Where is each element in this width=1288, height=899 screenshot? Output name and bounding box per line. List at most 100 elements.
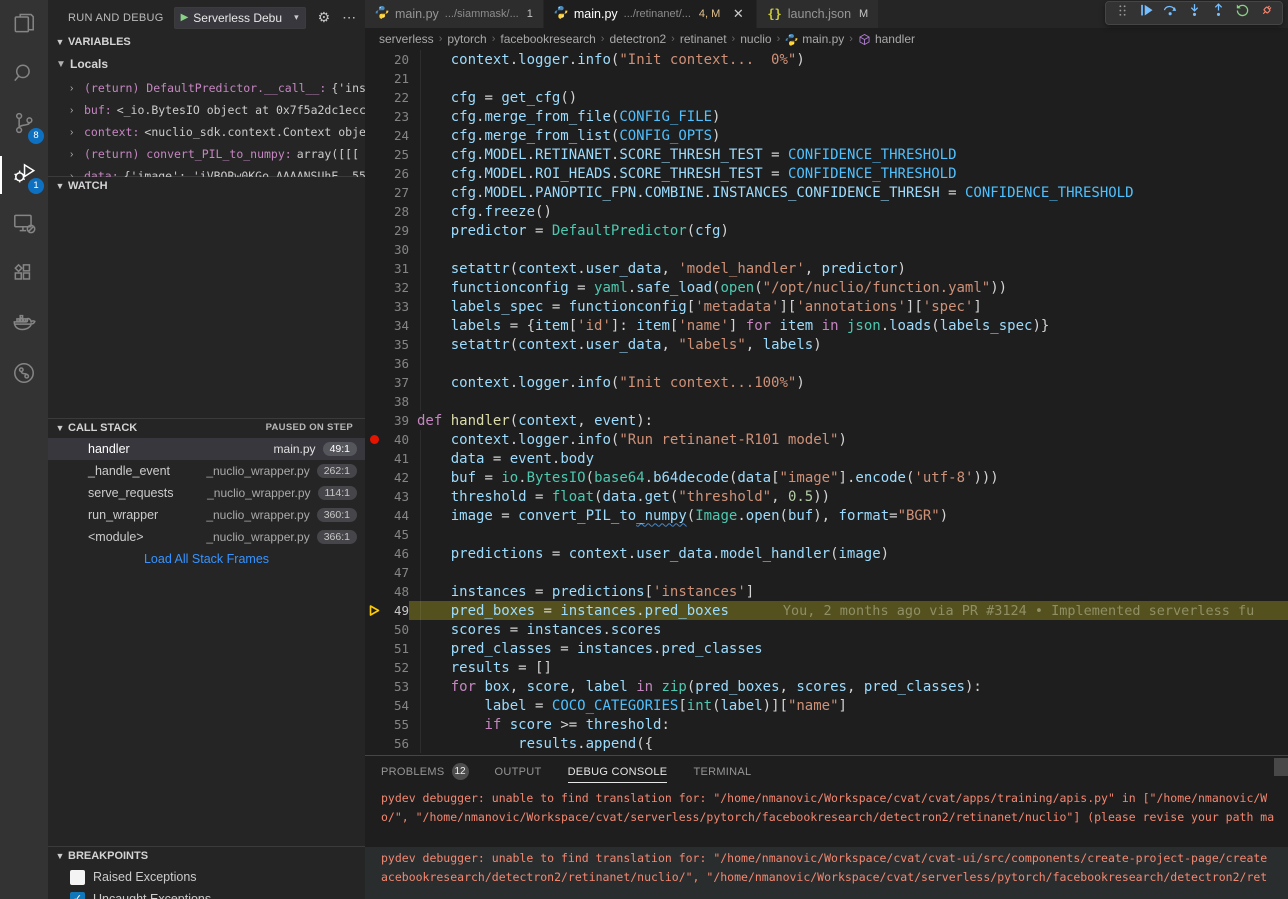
code-text: instances = predictions['instances'] [409,582,754,601]
variable-row[interactable]: ›(return) convert_PIL_to_numpy:array([[[… [48,143,365,165]
variable-value: <_io.BytesIO object at 0x7f5a2dc1ecc0> [117,103,365,117]
line-number: 30 [383,242,409,257]
activity-bar-item-extensions[interactable] [0,250,48,300]
code-text: predictor = DefaultPredictor(cfg) [409,221,729,240]
breadcrumb-item-nuclio[interactable]: › nuclio [727,32,772,46]
chevron-right-icon: › [732,33,736,45]
breadcrumb-label: main.py [802,32,844,46]
activity-bar-item-remote-explorer[interactable] [0,200,48,250]
gripper-icon [1114,2,1131,24]
panel-tab-output[interactable]: OUTPUT [495,756,542,787]
frame-line-badge: 360:1 [317,508,357,522]
activity-bar-item-source-control[interactable]: 8 [0,100,48,150]
disconnect-button[interactable] [1254,2,1278,24]
checkbox[interactable] [70,870,85,885]
panel-tab-problems[interactable]: PROBLEMS12 [381,756,469,787]
frame-file: _nuclio_wrapper.py [207,486,310,500]
call-stack-frame[interactable]: run_wrapper_nuclio_wrapper.py360:1 [48,504,365,526]
continue-button[interactable] [1134,2,1158,24]
chevron-right-icon: › [439,33,443,45]
more-actions-icon[interactable]: ⋯ [342,9,356,26]
activity-bar-item-search[interactable] [0,50,48,100]
inline-blame-annotation: You, 2 months ago via PR #3124 • Impleme… [783,603,1254,619]
call-stack-frame[interactable]: handlermain.py49:1 [48,438,365,460]
breakpoint-icon[interactable] [365,435,383,444]
breadcrumb-item-facebookresearch[interactable]: ›facebookresearch [487,32,596,46]
code-editor[interactable]: 20 context.logger.info("Init context... … [365,50,1288,755]
watch-section-header[interactable]: ▼ WATCH [48,176,365,194]
call-stack-frame[interactable]: _handle_event_nuclio_wrapper.py262:1 [48,460,365,482]
code-line-26: 26 cfg.MODEL.ROI_HEADS.SCORE_THRESH_TEST… [365,164,1288,183]
call-stack-frame[interactable]: serve_requests_nuclio_wrapper.py114:1 [48,482,365,504]
variable-row[interactable]: ›buf:<_io.BytesIO object at 0x7f5a2dc1ec… [48,99,365,121]
code-line-25: 25 cfg.MODEL.RETINANET.SCORE_THRESH_TEST… [365,145,1288,164]
panel-scrollbar[interactable] [1274,758,1288,776]
breakpoint-row[interactable]: ✓Uncaught Exceptions [48,888,365,899]
breadcrumb-item-detectron2[interactable]: ›detectron2 [596,32,666,46]
editor-tab-launch.json[interactable]: {}launch.jsonM [757,0,879,28]
locals-group[interactable]: ▼ Locals [48,53,365,75]
step-over-button[interactable] [1158,2,1182,24]
code-text: context.logger.info("Run retinanet-R101 … [409,430,847,449]
tab-file-path: .../siammask/... [445,8,519,20]
gear-icon[interactable]: ⚙ [318,9,331,26]
code-text [409,392,417,411]
load-all-stack-frames-link[interactable]: Load All Stack Frames [48,548,365,570]
code-line-24: 24 cfg.merge_from_list(CONFIG_OPTS) [365,126,1288,145]
breakpoint-row[interactable]: Raised Exceptions [48,866,365,888]
breakpoints-section-header[interactable]: ▼ BREAKPOINTS [48,846,365,864]
sidebar-title: RUN AND DEBUG [68,12,164,24]
variable-name: (return) DefaultPredictor.__call__: [84,81,326,95]
activity-bar-item-test-explorer[interactable] [0,350,48,400]
variable-value: {'inst… [331,81,365,95]
code-line-55: 55 if score >= threshold: [365,715,1288,734]
code-text [409,563,417,582]
breadcrumb-item-serverless[interactable]: serverless [379,32,434,46]
close-icon[interactable]: ✕ [730,6,746,22]
tab-status-badge: 1 [527,8,533,20]
editor-tab-main.py[interactable]: main.py.../siammask/...1 [365,0,544,28]
code-text: buf = io.BytesIO(base64.b64decode(data["… [409,468,999,487]
activity-bar-item-explorer[interactable] [0,0,48,50]
breadcrumb-item-pytorch[interactable]: › pytorch [434,32,487,46]
variable-row[interactable]: ›(return) DefaultPredictor.__call__:{'in… [48,77,365,99]
current-stack-frame-icon[interactable] [365,604,383,617]
breadcrumb-label: nuclio [740,32,771,46]
variables-section-header[interactable]: ▼ VARIABLES [48,33,365,51]
panel-tab-terminal[interactable]: TERMINAL [693,756,751,787]
indent-guide [420,240,421,259]
code-line-43: 43 threshold = float(data.get("threshold… [365,487,1288,506]
step-into-button[interactable] [1182,2,1206,24]
breadcrumb-label: pytorch [447,32,486,46]
editor-group: main.py .../siammask/... 1 main.py.../retin… [365,0,1288,899]
checkbox[interactable]: ✓ [70,892,85,899]
activity-bar-item-run-and-debug[interactable]: 1 [0,150,48,200]
launch-config-dropdown[interactable]: ▶ Serverless Debu ▾ [174,7,306,29]
indent-guide [420,354,421,373]
line-number: 49 [383,603,409,618]
breadcrumb-item-main.py[interactable]: ›main.py [772,32,845,46]
restart-icon [1234,2,1251,24]
python-icon [554,5,568,24]
breadcrumb: serverless › pytorch›facebookresearch›dete… [365,28,1288,50]
code-line-56: 56 results.append({ [365,734,1288,753]
panel-tab-debug-console[interactable]: DEBUG CONSOLE [568,756,668,787]
variable-row[interactable]: ›context:<nuclio_sdk.context.Context obj… [48,121,365,143]
code-text: cfg.merge_from_list(CONFIG_OPTS) [409,126,720,145]
breadcrumb-item-handler[interactable]: ›handler [844,32,915,46]
line-number: 47 [383,565,409,580]
step-out-button[interactable] [1206,2,1230,24]
line-number: 20 [383,52,409,67]
breadcrumb-item-retinanet[interactable]: ›retinanet [666,32,726,46]
step-into-icon [1186,2,1203,24]
start-debug-icon[interactable]: ▶ [181,12,189,23]
call-stack-frame[interactable]: <module>_nuclio_wrapper.py366:1 [48,526,365,548]
call-stack-section-header[interactable]: ▼ CALL STACK PAUSED ON STEP [48,418,365,436]
activity-bar-item-docker[interactable] [0,300,48,350]
debug-console-output[interactable]: pydev debugger: unable to find translati… [365,787,1288,899]
editor-tab-main.py[interactable]: main.py.../retinanet/...4, M✕ [544,0,757,28]
restart-button[interactable] [1230,2,1254,24]
variable-name: buf: [84,103,112,117]
console-message: pydev debugger: unable to find translati… [365,847,1288,899]
line-number: 21 [383,71,409,86]
